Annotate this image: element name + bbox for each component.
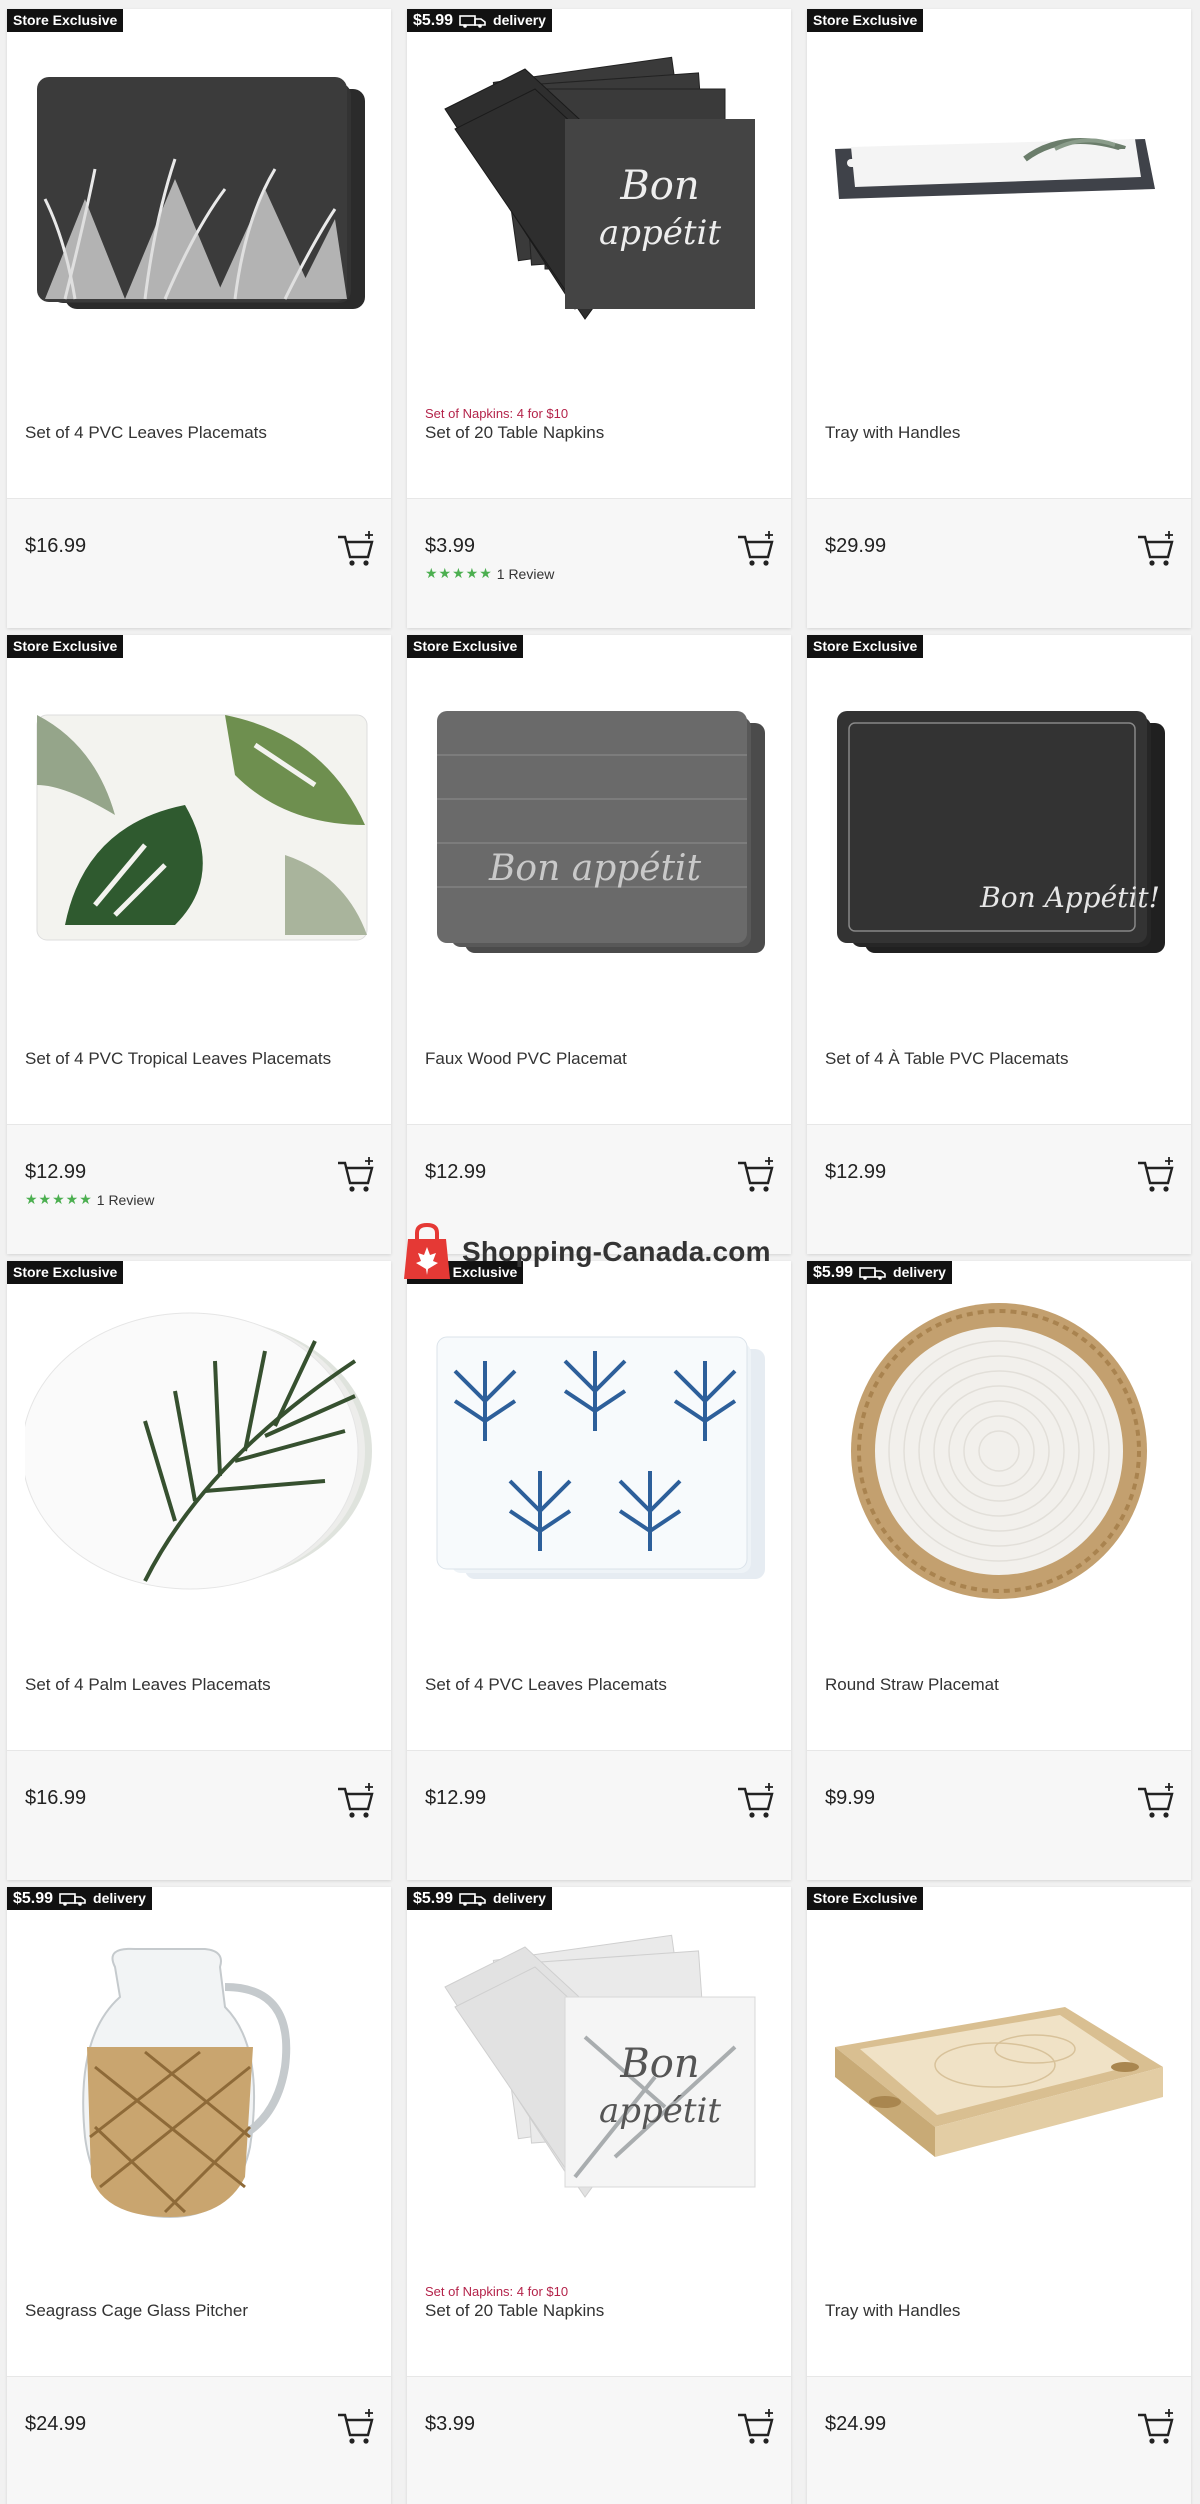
delivery-badge: $5.99 delivery [807, 1261, 952, 1284]
add-to-cart-icon[interactable] [1135, 1781, 1177, 1821]
svg-text:appétit: appétit [599, 2091, 721, 2131]
promo-text: Set of Napkins: 4 for $10 [425, 406, 569, 421]
star-rating-icon: ★★★★★ [25, 1191, 93, 1207]
add-to-cart-icon[interactable] [1135, 1155, 1177, 1195]
product-image[interactable] [825, 1301, 1173, 1601]
add-to-cart-icon[interactable] [335, 1155, 377, 1195]
product-title[interactable]: Seagrass Cage Glass Pitcher [25, 2301, 248, 2321]
product-title[interactable]: Set of 4 PVC Tropical Leaves Placemats [25, 1049, 331, 1069]
rating[interactable]: ★★★★★ 1 Review [425, 565, 554, 582]
svg-text:Bon appétit: Bon appétit [488, 848, 702, 889]
product-image[interactable] [25, 49, 373, 349]
product-card[interactable]: Store Exclusive Set of 4 PVC Tropical Le… [7, 635, 391, 1254]
add-to-cart-icon[interactable] [1135, 529, 1177, 569]
product-image[interactable]: Bon appétit [425, 1927, 773, 2227]
product-price: $12.99 [425, 1787, 487, 1809]
add-to-cart-icon[interactable] [335, 2407, 377, 2447]
product-image[interactable] [25, 1927, 373, 2227]
product-title[interactable]: Round Straw Placemat [825, 1675, 999, 1695]
product-title[interactable]: Set of 20 Table Napkins [425, 423, 604, 443]
delivery-badge: $5.99 delivery [7, 1887, 152, 1910]
truck-icon [459, 14, 486, 28]
add-to-cart-icon[interactable] [335, 529, 377, 569]
product-card[interactable]: Store Exclusive Tray with Handles $29.99 [807, 9, 1191, 628]
product-card[interactable]: $5.99 delivery Bon appétit Set of Napkin… [407, 9, 791, 628]
product-card[interactable]: Store Exclusive Bon appétit Faux Wood PV… [407, 635, 791, 1254]
product-title[interactable]: Set of 4 À Table PVC Placemats [825, 1049, 1068, 1069]
product-title[interactable]: Faux Wood PVC Placemat [425, 1049, 627, 1069]
product-title[interactable]: Set of 4 PVC Leaves Placemats [25, 423, 267, 443]
delivery-badge: $5.99 delivery [407, 1887, 552, 1910]
review-count: 1 Review [496, 565, 555, 582]
product-title[interactable]: Tray with Handles [825, 2301, 960, 2321]
store-exclusive-badge: Store Exclusive [7, 635, 124, 658]
product-price: $16.99 [25, 1787, 87, 1809]
svg-text:Bon Appétit!: Bon Appétit! [979, 881, 1160, 914]
store-exclusive-badge: Store Exclusive [807, 635, 924, 658]
store-exclusive-badge: Store Exclusive [7, 1261, 124, 1284]
product-image[interactable] [825, 49, 1173, 349]
store-exclusive-badge: Store Exclusive [407, 635, 524, 658]
product-price: $24.99 [25, 2413, 87, 2435]
product-image[interactable] [825, 1927, 1173, 2227]
star-rating-icon: ★★★★★ [425, 565, 493, 581]
shopping-bag-icon [404, 1223, 450, 1279]
product-title[interactable]: Set of 4 PVC Leaves Placemats [425, 1675, 667, 1695]
product-card[interactable]: $5.99 delivery Seagrass Cage Glass Pitch… [7, 1887, 391, 2504]
product-price: $29.99 [825, 535, 887, 557]
product-card[interactable]: Store Exclusive Tray with Handles $24.99 [807, 1887, 1191, 2504]
product-image[interactable] [25, 1301, 373, 1601]
product-price: $9.99 [825, 1787, 876, 1809]
svg-text:Bon: Bon [619, 2041, 699, 2087]
product-price: $12.99 [25, 1161, 87, 1183]
watermark-text: Shopping-Canada.com [462, 1236, 771, 1267]
add-to-cart-icon[interactable] [735, 1781, 777, 1821]
product-price: $16.99 [25, 535, 87, 557]
add-to-cart-icon[interactable] [735, 2407, 777, 2447]
delivery-badge: $5.99 delivery [407, 9, 552, 32]
product-image[interactable]: Bon appétit [425, 49, 773, 349]
product-price: $24.99 [825, 2413, 887, 2435]
rating[interactable]: ★★★★★ 1 Review [25, 1191, 154, 1208]
add-to-cart-icon[interactable] [735, 529, 777, 569]
store-exclusive-badge: Store Exclusive [7, 9, 124, 32]
product-card[interactable]: Store Exclusive Set of 4 PVC Leaves Plac… [407, 1261, 791, 1880]
product-card[interactable]: $5.99 delivery Round Straw Placemat $9.9… [807, 1261, 1191, 1880]
product-title[interactable]: Set of 4 Palm Leaves Placemats [25, 1675, 271, 1695]
product-price: $3.99 [425, 535, 476, 557]
product-card[interactable]: Store Exclusive Set of 4 PVC Leaves Plac… [7, 9, 391, 628]
product-title[interactable]: Tray with Handles [825, 423, 960, 443]
product-title[interactable]: Set of 20 Table Napkins [425, 2301, 604, 2321]
product-image[interactable] [425, 1301, 773, 1601]
product-price: $3.99 [425, 2413, 476, 2435]
watermark: Shopping-Canada.com [400, 1222, 771, 1282]
product-card[interactable]: $5.99 delivery Bon appétit Set of Napkin… [407, 1887, 791, 2504]
svg-text:appétit: appétit [599, 213, 721, 253]
product-card[interactable]: Store Exclusive Bon Appétit! Set of 4 À … [807, 635, 1191, 1254]
product-image[interactable]: Bon appétit [425, 675, 773, 975]
review-count: 1 Review [96, 1191, 155, 1208]
product-image[interactable]: Bon Appétit! [825, 675, 1173, 975]
add-to-cart-icon[interactable] [1135, 2407, 1177, 2447]
truck-icon [859, 1266, 886, 1280]
svg-text:Bon: Bon [619, 163, 699, 209]
product-price: $12.99 [825, 1161, 887, 1183]
truck-icon [459, 1892, 486, 1906]
product-price: $12.99 [425, 1161, 487, 1183]
add-to-cart-icon[interactable] [735, 1155, 777, 1195]
add-to-cart-icon[interactable] [335, 1781, 377, 1821]
truck-icon [59, 1892, 86, 1906]
store-exclusive-badge: Store Exclusive [807, 1887, 924, 1910]
product-image[interactable] [25, 675, 373, 975]
product-card[interactable]: Store Exclusive Set of 4 Palm Leaves Pla… [7, 1261, 391, 1880]
store-exclusive-badge: Store Exclusive [807, 9, 924, 32]
promo-text: Set of Napkins: 4 for $10 [425, 2284, 569, 2299]
